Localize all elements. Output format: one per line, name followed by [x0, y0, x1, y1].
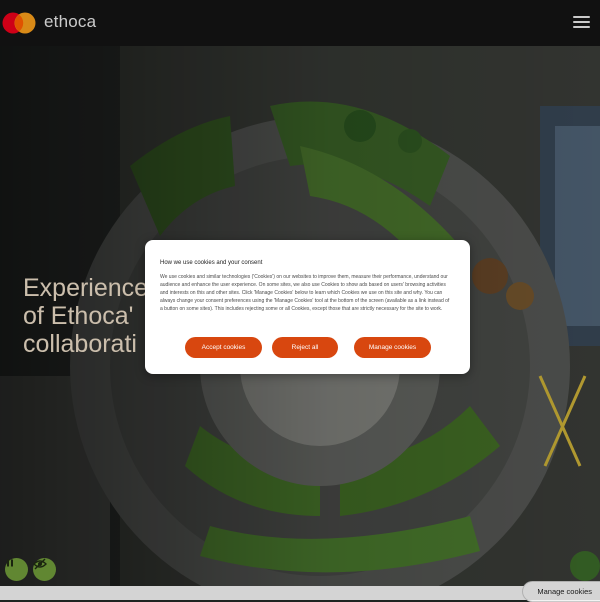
- dialog-title: How we use cookies and your consent: [160, 260, 263, 266]
- manage-cookies-button[interactable]: Manage cookies: [354, 337, 431, 358]
- reject-all-button[interactable]: Reject all: [272, 337, 338, 358]
- dialog-body-text: We use cookies and similar technologies …: [160, 274, 450, 313]
- cookie-consent-dialog: How we use cookies and your consent We u…: [145, 240, 470, 374]
- accept-cookies-button[interactable]: Accept cookies: [185, 337, 262, 358]
